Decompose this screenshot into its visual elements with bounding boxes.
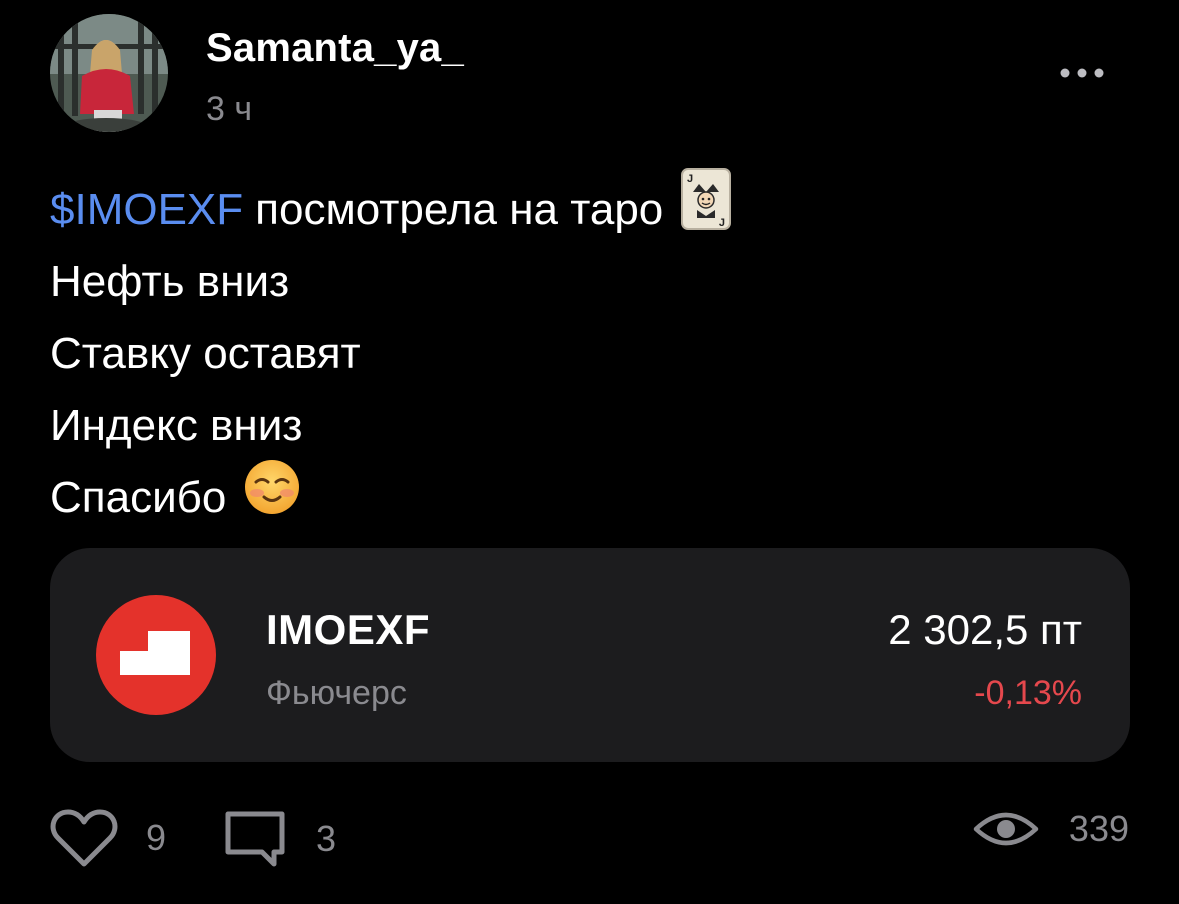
svg-text:J: J [719,217,725,229]
svg-text:J: J [687,173,693,185]
post-line-1-text: посмотрела на таро [255,185,664,234]
views-counter: 339 [973,808,1129,850]
post-line-1: $IMOEXF посмотрела на таро J J [50,168,1130,246]
smiling-face-icon [244,459,300,537]
ticker-link[interactable]: $IMOEXF [50,174,243,246]
post-line-3: Ставку оставят [50,329,361,378]
instrument-card[interactable]: IMOEXF Фьючерс 2 302,5 пт -0,13% [50,548,1130,762]
comment-icon [225,811,285,867]
avatar[interactable] [50,14,168,132]
views-count: 339 [1068,808,1129,849]
more-options-button[interactable] [1052,56,1112,90]
post-line-5-text: Спасибо [50,473,227,522]
post-container: Samanta_ya_ 3 ч $IMOEXF посмотрела на та… [0,0,1179,904]
comment-button[interactable]: 3 [222,808,336,870]
joker-card-icon: J J [681,168,732,252]
like-count: 9 [146,817,167,858]
post-time: 3 ч [206,90,253,128]
instrument-type: Фьючерс [266,674,407,712]
more-dots-icon [1060,68,1104,78]
instrument-name: IMOEXF [266,606,431,653]
like-button[interactable]: 9 [50,808,166,868]
post-line-5: Спасибо [50,459,1130,537]
post-line-4: Индекс вниз [50,401,303,450]
instrument-price: 2 302,5 пт [888,606,1082,653]
avatar-photo [50,14,168,132]
moex-logo-icon [96,595,216,715]
heart-icon [50,809,118,867]
instrument-change: -0,13% [974,674,1082,712]
post-line-2: Нефть вниз [50,257,290,306]
author-name[interactable]: Samanta_ya_ [206,26,464,71]
comment-count: 3 [316,818,337,859]
post-text: $IMOEXF посмотрела на таро J J Нефть вни… [50,168,1130,537]
eye-icon [973,812,1039,846]
